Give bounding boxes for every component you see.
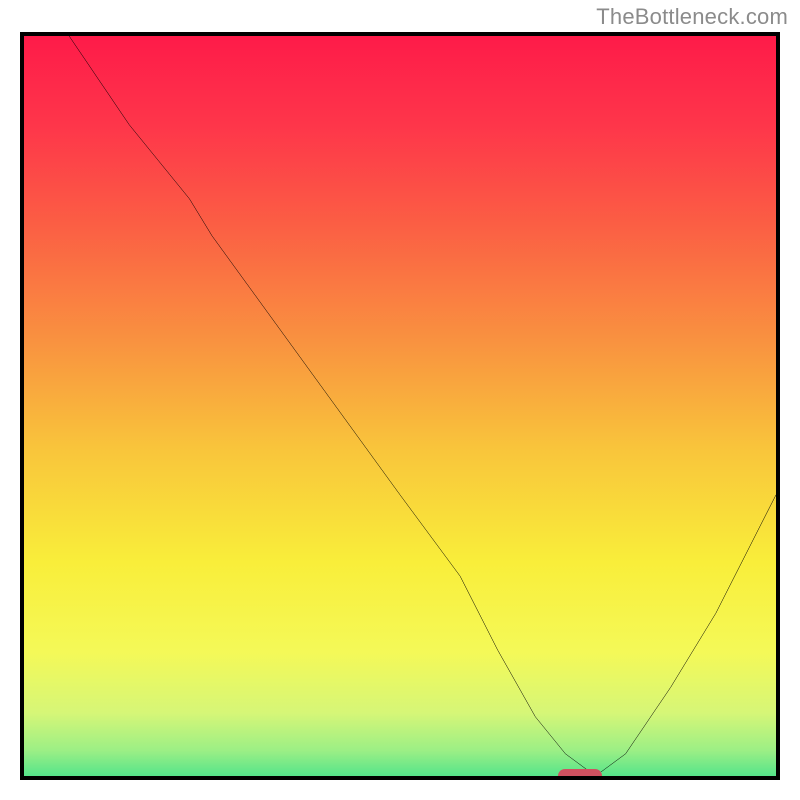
curve-path — [24, 36, 776, 776]
chart-stage: TheBottleneck.com — [0, 0, 800, 800]
plot-frame — [20, 32, 780, 780]
watermark-text: TheBottleneck.com — [596, 4, 788, 30]
bottleneck-curve — [24, 36, 776, 776]
optimal-marker — [558, 769, 602, 780]
